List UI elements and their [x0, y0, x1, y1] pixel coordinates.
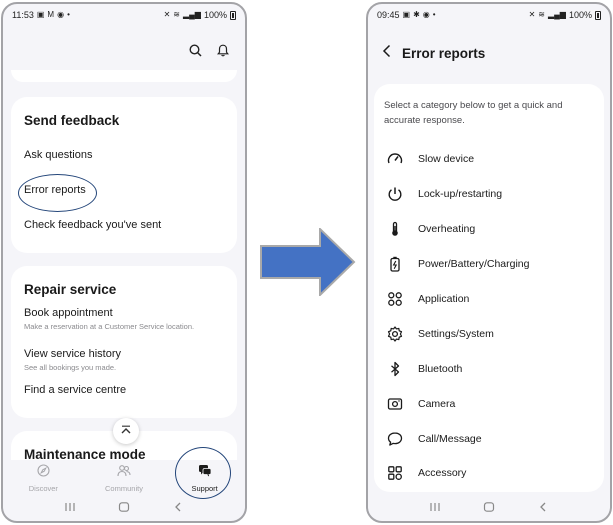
bottom-navigation: Discover Community Support	[3, 460, 245, 494]
tab-discover[interactable]: Discover	[8, 464, 78, 493]
system-navigation-bar	[3, 493, 245, 521]
bluetooth-icon	[386, 360, 404, 378]
recents-button[interactable]	[63, 500, 77, 514]
thermometer-icon	[386, 220, 404, 238]
power-icon	[386, 185, 404, 203]
battery-icon	[230, 10, 236, 20]
tab-community[interactable]: Community	[89, 464, 159, 493]
recents-button[interactable]	[428, 500, 442, 514]
category-settings-system[interactable]: Settings/System	[386, 316, 594, 351]
send-feedback-card: Send feedback Ask questions Error report…	[11, 97, 237, 253]
tab-community-label: Community	[105, 484, 143, 493]
scroll-to-top-button[interactable]	[113, 418, 139, 444]
intro-text: Select a category below to get a quick a…	[384, 100, 563, 126]
category-camera[interactable]: Camera	[386, 386, 594, 421]
phone-screen-error-reports: 09:45 ▣ ✱ ◉ • ✕ ≋ ▂▄▆ 100% Error reports…	[366, 2, 612, 523]
wifi-icon: ≋	[173, 10, 180, 19]
signal-icon: ▂▄▆	[547, 10, 566, 19]
category-bluetooth[interactable]: Bluetooth	[386, 351, 594, 386]
category-overheating[interactable]: Overheating	[386, 212, 594, 247]
system-navigation-bar	[368, 493, 610, 521]
gear-icon	[386, 325, 404, 343]
category-application[interactable]: Application	[386, 282, 594, 317]
view-service-history-link[interactable]: View service history	[24, 348, 121, 360]
search-icon[interactable]	[187, 42, 203, 58]
wifi-icon: ≋	[538, 10, 545, 19]
status-bar: 09:45 ▣ ✱ ◉ • ✕ ≋ ▂▄▆ 100%	[368, 4, 610, 26]
camera-icon	[386, 395, 404, 413]
mute-icon: ✕	[163, 10, 171, 19]
category-label: Slow device	[418, 153, 475, 166]
check-feedback-link[interactable]: Check feedback you've sent	[24, 219, 161, 231]
speedometer-icon	[386, 150, 404, 168]
category-accessory[interactable]: Accessory	[386, 456, 594, 491]
right-arrow-icon	[260, 228, 356, 296]
send-feedback-title: Send feedback	[24, 113, 120, 128]
error-reports-link[interactable]: Error reports	[24, 184, 86, 196]
mute-icon: ✕	[528, 10, 536, 19]
people-icon	[117, 464, 131, 482]
chat-icon	[198, 464, 212, 482]
category-label: Call/Message	[418, 432, 482, 445]
find-service-centre-link[interactable]: Find a service centre	[24, 384, 126, 396]
category-label: Power/Battery/Charging	[418, 258, 530, 271]
category-label: Lock-up/restarting	[418, 188, 503, 201]
battery-percent: 100%	[203, 10, 227, 20]
category-label: Settings/System	[418, 327, 494, 340]
settings-icon: ✱	[413, 10, 420, 19]
gallery-icon: ▣	[402, 10, 411, 19]
compass-icon	[37, 464, 50, 482]
vpn-icon: ◉	[57, 10, 65, 19]
back-button[interactable]	[171, 500, 185, 514]
vpn-icon: ◉	[422, 10, 430, 19]
battery-icon	[386, 255, 404, 273]
category-call-message[interactable]: Call/Message	[386, 421, 594, 456]
previous-card-edge	[11, 70, 237, 82]
home-button[interactable]	[482, 500, 496, 514]
chevron-up-icon	[120, 422, 132, 440]
status-time: 11:53	[12, 10, 34, 20]
tab-support[interactable]: Support	[170, 464, 240, 493]
gmail-icon: M	[47, 10, 55, 19]
book-appointment-subtitle: Make a reservation at a Customer Service…	[24, 322, 195, 331]
battery-icon	[595, 10, 601, 20]
category-label: Bluetooth	[418, 362, 463, 375]
bell-icon[interactable]	[215, 42, 231, 58]
category-label: Application	[418, 293, 470, 305]
status-bar: 11:53 ▣ M ◉ • ✕ ≋ ▂▄▆ 100%	[3, 4, 245, 26]
category-lock-up[interactable]: Lock-up/restarting	[386, 177, 594, 212]
category-slow-device[interactable]: Slow device	[386, 142, 594, 177]
category-card: Select a category below to get a quick a…	[374, 84, 604, 492]
back-arrow-icon[interactable]	[382, 44, 392, 63]
accessory-icon	[386, 464, 404, 482]
book-appointment-link[interactable]: Book appointment	[24, 307, 113, 319]
dot-icon: •	[432, 10, 436, 19]
category-label: Overheating	[418, 223, 476, 236]
page-title: Error reports	[402, 45, 486, 61]
speech-bubble-icon	[386, 430, 404, 448]
view-service-history-subtitle: See all bookings you made.	[24, 363, 117, 372]
ask-questions-link[interactable]: Ask questions	[24, 149, 92, 161]
gallery-icon: ▣	[36, 10, 45, 19]
repair-service-card: Repair service Book appointment Make a r…	[11, 266, 237, 418]
tab-support-label: Support	[191, 484, 218, 493]
battery-percent: 100%	[568, 10, 592, 20]
phone-screen-support: 11:53 ▣ M ◉ • ✕ ≋ ▂▄▆ 100% Send feedback…	[1, 2, 247, 523]
status-time: 09:45	[377, 10, 400, 20]
category-list: Slow device Lock-up/restarting Overheati…	[386, 142, 594, 491]
home-button[interactable]	[117, 500, 131, 514]
category-label: Accessory	[418, 467, 467, 480]
dot-icon: •	[67, 10, 70, 19]
signal-icon: ▂▄▆	[182, 10, 201, 19]
tab-discover-label: Discover	[28, 484, 58, 493]
app-header: Error reports	[382, 38, 596, 68]
category-power-battery[interactable]: Power/Battery/Charging	[386, 247, 594, 282]
repair-service-title: Repair service	[24, 282, 117, 297]
back-button[interactable]	[536, 500, 550, 514]
apps-icon	[386, 290, 404, 308]
category-label: Camera	[418, 397, 456, 410]
